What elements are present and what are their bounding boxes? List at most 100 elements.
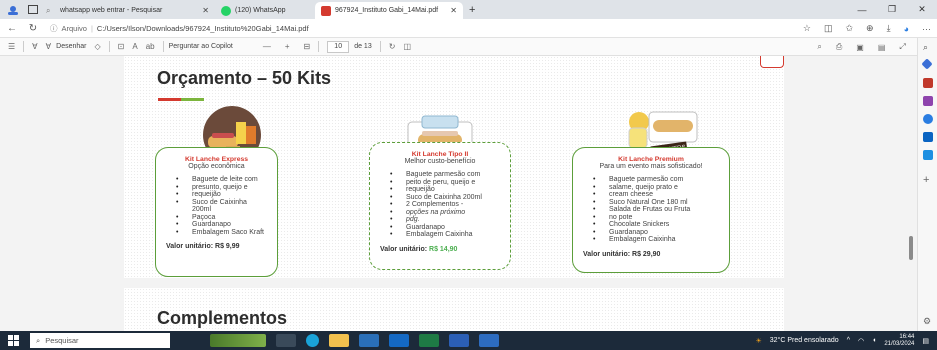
list-item: Salada de Frutas ou Fruta — [583, 206, 719, 214]
divider — [23, 41, 25, 52]
scrollbar-thumb[interactable] — [909, 236, 913, 260]
close-window-icon[interactable]: ✕ — [907, 4, 937, 15]
vertical-scrollbar[interactable] — [905, 56, 917, 331]
save-as-icon[interactable]: ▤ — [878, 43, 886, 52]
tab-whatsapp-search[interactable]: ⌕ whatsapp web entrar - Pesquisar ✕ — [40, 2, 215, 19]
save-icon[interactable]: ▣ — [856, 43, 864, 52]
divider — [108, 41, 110, 52]
list-item: Guardanapo — [380, 224, 500, 232]
tab-label: (120) WhatsApp — [235, 7, 286, 14]
windows-taskbar: ⌕ Pesquisar ☀ 32°C Pred ensolarado ^ ◠ ◖… — [0, 331, 937, 350]
task-view-icon[interactable] — [276, 334, 296, 347]
text-icon[interactable]: ⊡ — [118, 42, 125, 51]
erase-icon[interactable]: ◇ — [95, 42, 101, 51]
collections-icon[interactable]: ⊕ — [866, 23, 874, 34]
shopping-icon[interactable] — [921, 58, 933, 70]
excel-icon[interactable] — [419, 334, 439, 347]
search-icon[interactable]: ⌕ — [923, 42, 933, 52]
contents-icon[interactable]: ☰ — [8, 42, 15, 51]
minimize-icon[interactable]: — — [847, 5, 877, 15]
word-icon[interactable] — [449, 334, 469, 347]
favorites-icon[interactable]: ✩ — [845, 23, 853, 34]
file-explorer-icon[interactable] — [329, 334, 349, 347]
fullscreen-icon[interactable]: ⤢ — [899, 42, 905, 52]
kit-items: Baguete parmesão com salame, queijo prat… — [583, 176, 719, 244]
clock[interactable]: 16:44 21/03/2024 — [884, 334, 914, 348]
url-field[interactable]: ⓘ Arquivo | C:/Users/Ilson/Downloads/967… — [50, 23, 309, 34]
page-title: Orçamento – 50 Kits — [157, 68, 332, 88]
network-icon[interactable]: ◠ — [858, 337, 864, 345]
zoom-out-button[interactable]: — — [263, 42, 271, 51]
price-value: R$ 14,90 — [429, 245, 458, 253]
more-icon[interactable]: ··· — [922, 24, 931, 34]
tab-whatsapp[interactable]: (120) WhatsApp — [215, 2, 315, 19]
search-placeholder: Pesquisar — [45, 336, 79, 345]
edge-icon[interactable] — [306, 334, 319, 347]
downloads-icon[interactable]: ⤓ — [887, 23, 891, 34]
fit-page-icon[interactable]: ⊟ — [304, 42, 311, 51]
read-aloud-icon[interactable]: ab — [146, 42, 155, 51]
kit-card-tipo2: Kit Lanche Tipo II Melhor custo-benefíci… — [369, 142, 511, 270]
kit-subtitle: Para um evento mais sofisticado! — [599, 163, 703, 170]
list-item: Guardanapo — [166, 221, 267, 229]
rotate-icon[interactable]: ↻ — [389, 42, 396, 51]
favorite-star-icon[interactable]: ☆ — [803, 23, 811, 34]
list-item: Embalagem Saco Kraft — [166, 229, 267, 237]
games-icon[interactable] — [923, 96, 933, 106]
new-tab-button[interactable]: + — [469, 4, 475, 16]
refresh-icon[interactable]: ↻ — [24, 23, 42, 34]
copilot-icon[interactable]: ◕ — [904, 24, 909, 34]
list-item: Guardanapo — [583, 229, 719, 237]
news-widget-icon[interactable] — [210, 334, 266, 347]
mail-icon[interactable] — [389, 334, 409, 347]
photos-icon[interactable] — [479, 334, 499, 347]
tools-icon[interactable] — [923, 78, 933, 88]
settings-icon[interactable]: ⚙ — [923, 316, 933, 326]
divider — [318, 41, 320, 52]
list-item: Baguete parmesão com — [583, 176, 719, 184]
highlight-icon[interactable]: ∀ — [32, 42, 37, 51]
price-label: Valor unitário: — [583, 250, 631, 258]
outlook-icon[interactable] — [923, 132, 933, 142]
price-row: Valor unitário: R$ 14,90 — [380, 246, 500, 253]
draw-label[interactable]: Desenhar — [56, 43, 86, 50]
ask-copilot-button[interactable]: Perguntar ao Copilot — [169, 43, 233, 50]
tab-actions-icon[interactable] — [26, 4, 40, 16]
edge-sidebar: ⌕ + ⚙ — [917, 38, 937, 331]
tab-pdf[interactable]: 967924_Instituto Gabi_14Mai.pdf ✕ — [315, 2, 463, 19]
zoom-in-button[interactable]: + — [285, 42, 290, 51]
add-icon[interactable]: + — [923, 174, 933, 186]
page-total: de 13 — [354, 43, 372, 50]
taskbar-search[interactable]: ⌕ Pesquisar — [30, 333, 170, 348]
notification-icon[interactable]: ▤ — [922, 337, 929, 345]
split-screen-icon[interactable]: ◫ — [824, 23, 833, 34]
pdf-page-next: Complementos — [124, 288, 784, 331]
search-icon[interactable]: ⌕ — [817, 42, 821, 52]
close-icon[interactable]: ✕ — [450, 6, 457, 15]
list-item: requeijão — [380, 186, 500, 194]
kit-name: Kit Lanche Premium — [618, 156, 684, 163]
start-button[interactable] — [0, 335, 26, 346]
draw-icon[interactable]: ∀ — [46, 42, 51, 51]
weather-text[interactable]: 32°C Pred ensolarado — [770, 337, 839, 344]
store-icon[interactable] — [359, 334, 379, 347]
send-icon[interactable] — [923, 150, 933, 160]
close-icon[interactable]: ✕ — [202, 6, 209, 15]
list-item: salame, queijo prato e — [583, 184, 719, 192]
profile-icon[interactable] — [6, 4, 20, 16]
kit-items: Baguete de leite com presunto, queijo e … — [166, 176, 267, 236]
font-size-icon[interactable]: A — [132, 42, 137, 51]
list-item: opções na próximo — [380, 209, 500, 217]
info-icon[interactable]: ⓘ — [50, 23, 58, 34]
page-view-icon[interactable]: ◫ — [403, 42, 411, 51]
print-icon[interactable]: ⎙ — [836, 42, 842, 52]
list-item: Paçoca — [166, 214, 267, 222]
maximize-icon[interactable]: ❐ — [877, 4, 907, 15]
office-icon[interactable] — [923, 114, 933, 124]
tray-overflow-icon[interactable]: ^ — [847, 337, 850, 344]
page-number-input[interactable]: 10 — [327, 40, 350, 53]
pdf-viewer[interactable]: Orçamento – 50 Kits Kit Lanche Express O… — [0, 56, 925, 331]
back-icon[interactable]: ← — [3, 23, 21, 34]
volume-icon[interactable]: ◖ — [872, 337, 876, 344]
search-icon: ⌕ — [36, 335, 41, 345]
